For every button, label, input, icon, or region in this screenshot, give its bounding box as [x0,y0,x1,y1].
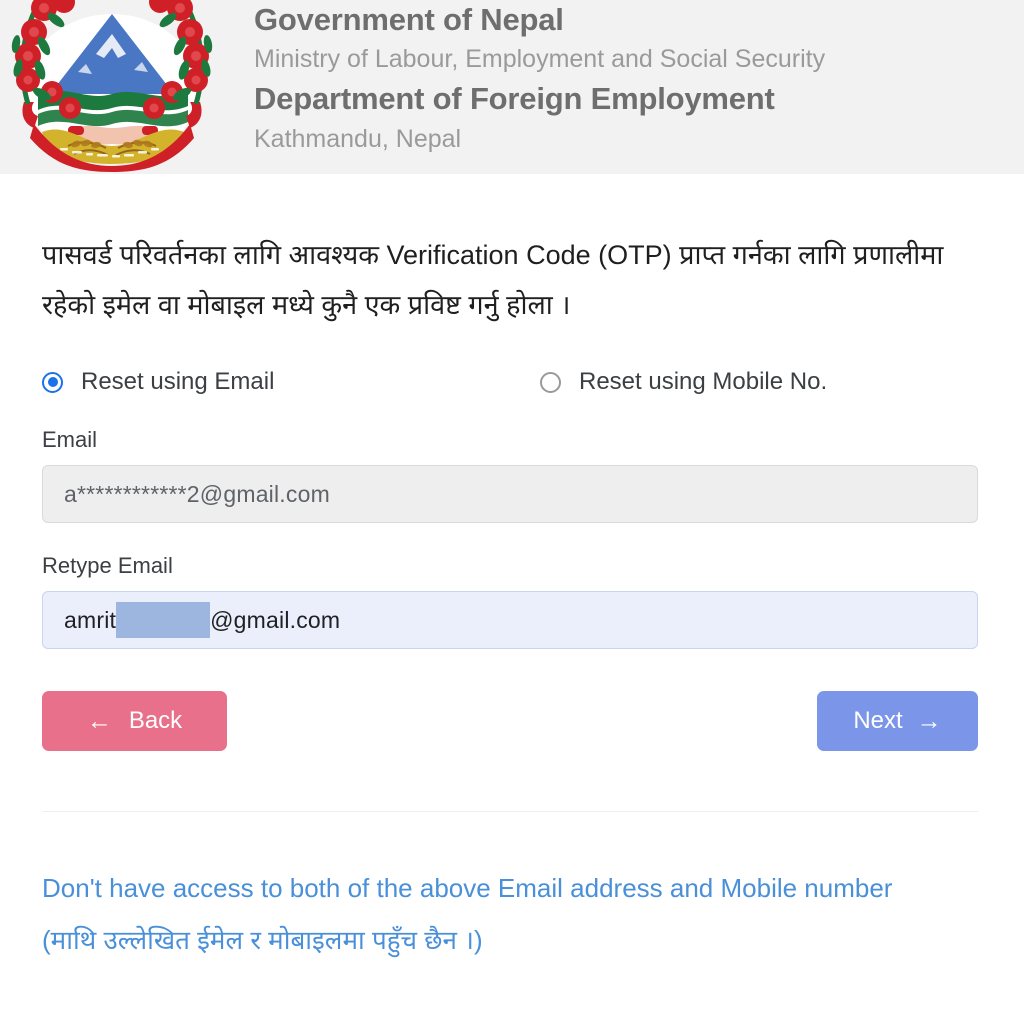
email-field-block: Email a************2@gmail.com [42,427,982,523]
retype-email-value-suffix: @gmail.com [210,606,341,633]
redacted-text-block [116,602,211,638]
retype-email-field-label: Retype Email [42,553,173,578]
header-text-block: Government of Nepal Ministry of Labour, … [216,0,825,158]
reset-method-radio-group: Reset using Email Reset using Mobile No. [42,367,982,397]
site-header: Government of Nepal Ministry of Labour, … [0,0,1024,174]
instruction-text: पासवर्ड परिवर्तनका लागि आवश्यक Verificat… [42,240,944,320]
radio-option-reset-using-mobile[interactable]: Reset using Mobile No. [540,369,827,395]
main-content: पासवर्ड परिवर्तनका लागि आवश्यक Verificat… [0,230,1024,966]
retype-email-input[interactable]: amrit @gmail.com [42,591,978,649]
email-input[interactable]: a************2@gmail.com [42,465,978,523]
no-access-help-link[interactable]: Don't have access to both of the above E… [42,862,942,966]
department-title: Department of Foreign Employment [254,81,775,116]
next-button[interactable]: Next → [817,691,978,751]
radio-option-reset-using-email[interactable]: Reset using Email [42,369,540,395]
arrow-left-icon: ← [86,706,112,735]
radio-label-email: Reset using Email [81,368,275,395]
city-subtitle: Kathmandu, Nepal [254,125,462,153]
radio-label-mobile: Reset using Mobile No. [579,368,828,395]
retype-email-value-prefix: amrit [64,606,117,633]
back-button-label: Back [128,707,183,734]
form-button-row: ← Back Next → [42,691,978,751]
radio-button-mobile-icon[interactable] [540,371,561,393]
arrow-right-icon: → [916,706,942,735]
nepal-emblem-icon [8,0,216,172]
radio-button-email-icon[interactable] [42,371,63,393]
government-title: Government of Nepal [254,2,564,37]
retype-email-field-block: Retype Email amrit @gmail.com [42,553,982,649]
back-button[interactable]: ← Back [42,691,227,751]
email-field-label: Email [42,427,98,452]
section-divider [42,811,978,812]
next-button-label: Next [853,707,903,734]
ministry-title: Ministry of Labour, Employment and Socia… [254,45,826,73]
